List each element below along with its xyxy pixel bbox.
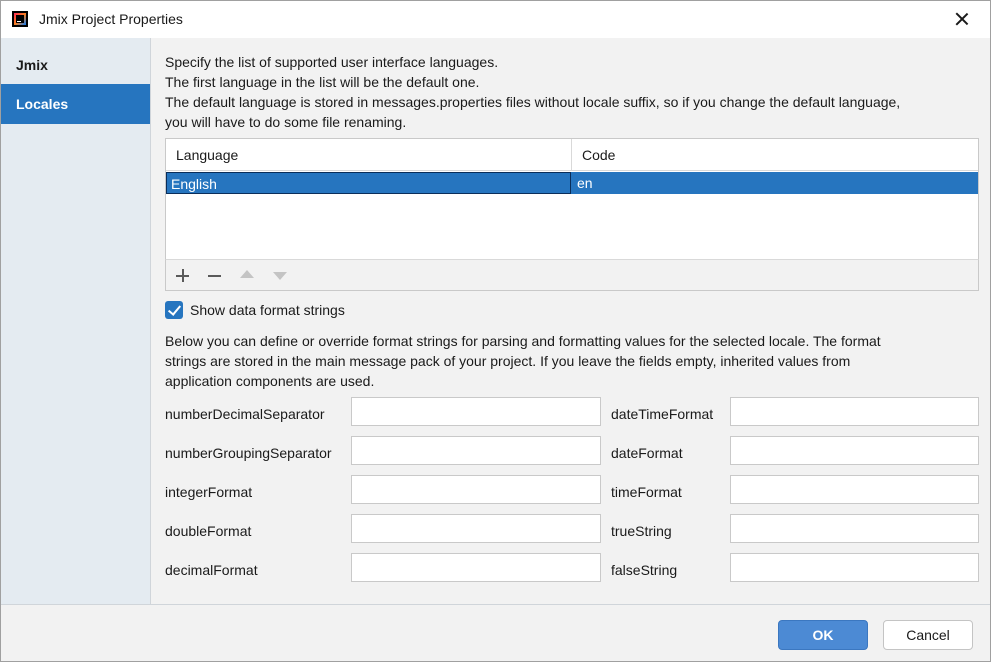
label-time-format: timeFormat — [611, 484, 682, 500]
window-title: Jmix Project Properties — [39, 11, 183, 27]
sidebar-item-jmix[interactable]: Jmix — [1, 45, 150, 85]
integer-format-input[interactable] — [351, 475, 601, 504]
table-toolbar — [165, 259, 979, 291]
label-true-string: trueString — [611, 523, 672, 539]
column-header-code[interactable]: Code — [572, 139, 978, 171]
label-decimal-format: decimalFormat — [165, 562, 258, 578]
double-format-input[interactable] — [351, 514, 601, 543]
description-line: Specify the list of supported user inter… — [165, 54, 499, 70]
description-line: The default language is stored in messag… — [165, 94, 901, 110]
sidebar: Jmix Locales — [1, 38, 151, 604]
locales-description: Specify the list of supported user inter… — [165, 52, 975, 132]
plus-icon[interactable] — [173, 266, 193, 286]
sidebar-item-locales[interactable]: Locales — [1, 84, 150, 124]
format-description-line: application components are used. — [165, 373, 375, 389]
format-description: Below you can define or override format … — [165, 331, 955, 391]
date-time-format-input[interactable] — [730, 397, 979, 426]
label-integer-format: integerFormat — [165, 484, 253, 500]
label-date-format: dateFormat — [611, 445, 683, 461]
label-date-time-format: dateTimeFormat — [611, 406, 714, 422]
label-number-grouping-separator: numberGroupingSeparator — [165, 445, 332, 461]
format-description-line: strings are stored in the main message p… — [165, 353, 851, 369]
date-format-input[interactable] — [730, 436, 979, 465]
dialog-footer: OK Cancel — [1, 604, 990, 661]
true-string-input[interactable] — [730, 514, 979, 543]
cell-code[interactable]: en — [572, 172, 978, 194]
intellij-idea-icon — [12, 11, 28, 27]
table-row[interactable]: English en — [166, 172, 978, 194]
cancel-button[interactable]: Cancel — [883, 620, 973, 650]
dialog-window: Jmix Project Properties Jmix Locales Spe… — [0, 0, 991, 662]
column-header-language[interactable]: Language — [166, 139, 572, 171]
number-decimal-separator-input[interactable] — [351, 397, 601, 426]
cell-language[interactable]: English — [166, 172, 571, 194]
minus-icon[interactable] — [205, 266, 225, 286]
locales-panel: Specify the list of supported user inter… — [152, 38, 990, 604]
description-line: The first language in the list will be t… — [165, 74, 480, 90]
ok-button[interactable]: OK — [778, 620, 868, 650]
title-bar: Jmix Project Properties — [1, 1, 990, 38]
checkbox-label[interactable]: Show data format strings — [190, 302, 345, 318]
label-double-format: doubleFormat — [165, 523, 252, 539]
description-line: you will have to do some file renaming. — [165, 114, 407, 130]
label-number-decimal-separator: numberDecimalSeparator — [165, 406, 325, 422]
label-false-string: falseString — [611, 562, 678, 578]
arrow-down-icon[interactable] — [270, 266, 290, 286]
checkbox-checked-icon[interactable] — [165, 301, 183, 319]
decimal-format-input[interactable] — [351, 553, 601, 582]
table-header: Language Code — [166, 139, 978, 171]
format-description-line: Below you can define or override format … — [165, 333, 881, 349]
close-icon[interactable] — [953, 10, 971, 28]
false-string-input[interactable] — [730, 553, 979, 582]
number-grouping-separator-input[interactable] — [351, 436, 601, 465]
arrow-up-icon[interactable] — [237, 266, 257, 286]
time-format-input[interactable] — [730, 475, 979, 504]
